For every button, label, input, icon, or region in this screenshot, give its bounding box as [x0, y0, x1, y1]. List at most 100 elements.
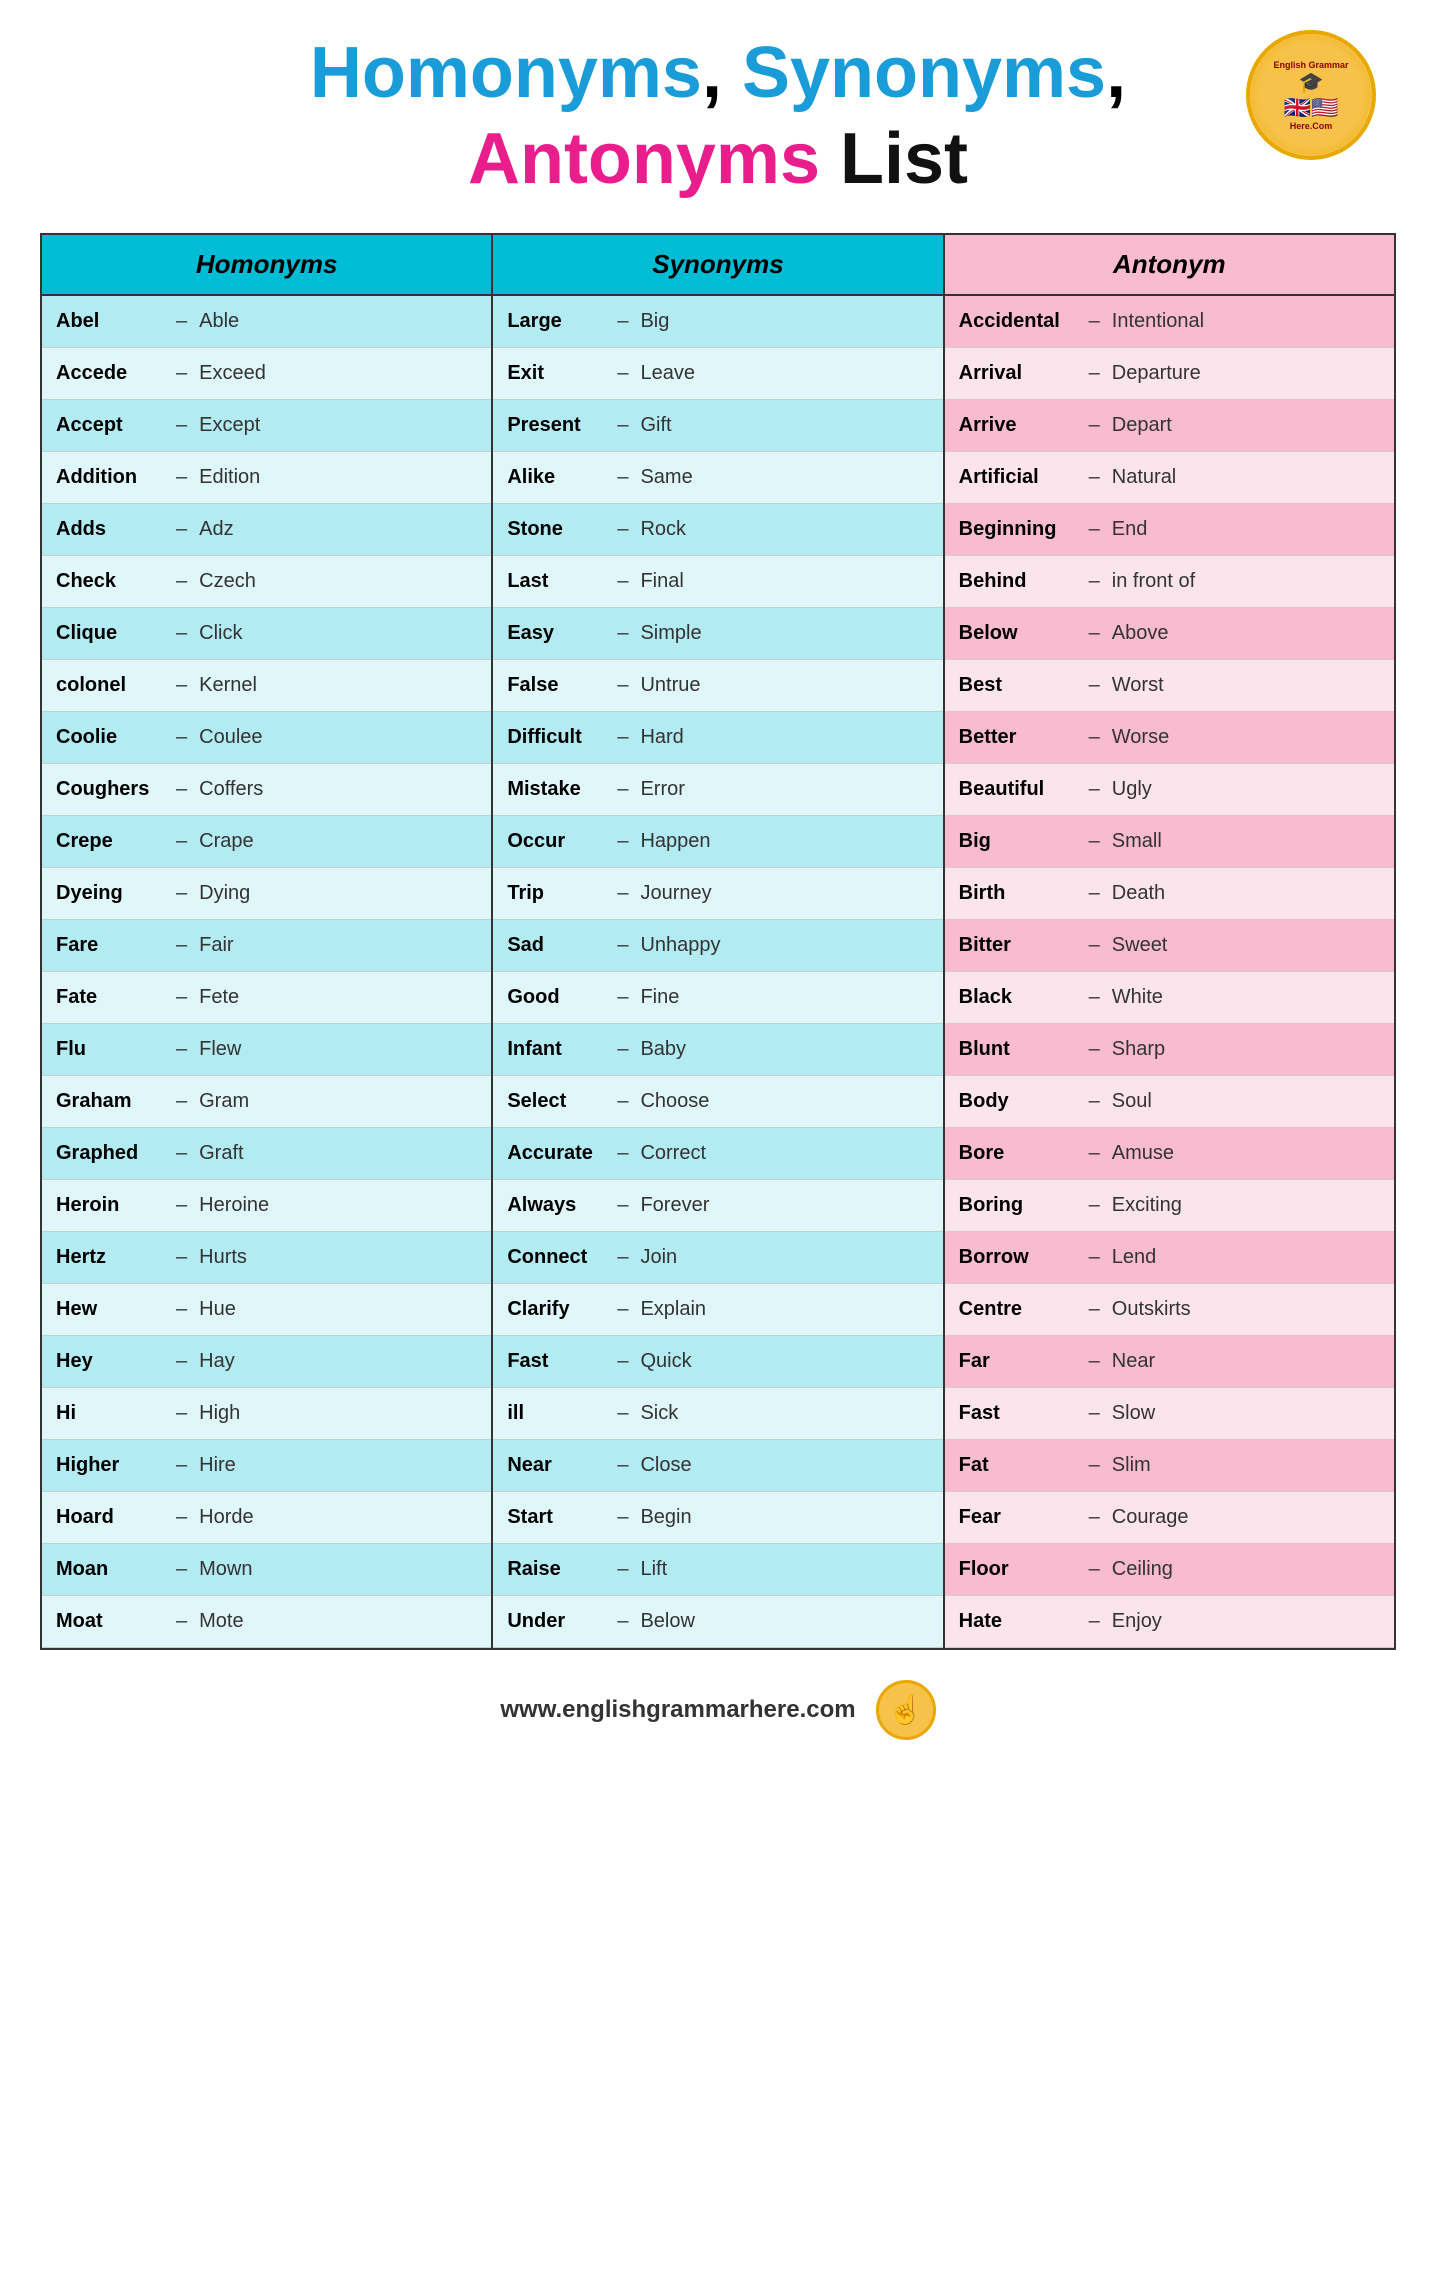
cell-dash: –	[172, 622, 191, 645]
cell-word: Boring	[945, 1188, 1085, 1223]
table-row: Best–Worst	[945, 660, 1394, 712]
cell-word: Trip	[493, 876, 613, 911]
logo-inner: English Grammar 🎓 🇬🇧🇺🇸 Here.Com	[1251, 35, 1371, 155]
cell-meaning: Explain	[632, 1292, 942, 1327]
cell-dash: –	[613, 362, 632, 385]
cell-dash: –	[1085, 1402, 1104, 1425]
table-row: Crepe–Crape	[42, 816, 491, 868]
cell-dash: –	[172, 1038, 191, 1061]
cell-meaning: Mote	[191, 1604, 491, 1639]
cell-word: Behind	[945, 564, 1085, 599]
cell-meaning: Edition	[191, 460, 491, 495]
table-row: Hertz–Hurts	[42, 1232, 491, 1284]
table-row: Beginning–End	[945, 504, 1394, 556]
cell-meaning: Leave	[632, 356, 942, 391]
cell-meaning: Gram	[191, 1084, 491, 1119]
table-row: Hate–Enjoy	[945, 1596, 1394, 1648]
cell-meaning: Rock	[632, 512, 942, 547]
table-row: Check–Czech	[42, 556, 491, 608]
cell-meaning: Dying	[191, 876, 491, 911]
synonyms-column: Synonyms Large–BigExit–LeavePresent–Gift…	[493, 235, 944, 1648]
cell-meaning: Hue	[191, 1292, 491, 1327]
cell-word: Black	[945, 980, 1085, 1015]
antonyms-header: Antonym	[945, 235, 1394, 296]
table-row: Graham–Gram	[42, 1076, 491, 1128]
cell-meaning: Except	[191, 408, 491, 443]
cell-dash: –	[1085, 1558, 1104, 1581]
cell-meaning: Gift	[632, 408, 942, 443]
table-row: Centre–Outskirts	[945, 1284, 1394, 1336]
cell-meaning: Begin	[632, 1500, 942, 1535]
cell-meaning: Slow	[1104, 1396, 1394, 1431]
cell-meaning: Heroine	[191, 1188, 491, 1223]
cell-word: Below	[945, 616, 1085, 651]
cell-meaning: End	[1104, 512, 1394, 547]
cell-dash: –	[613, 1558, 632, 1581]
table-row: Floor–Ceiling	[945, 1544, 1394, 1596]
cell-dash: –	[1085, 674, 1104, 697]
table-row: Far–Near	[945, 1336, 1394, 1388]
title-line2: Antonyms List	[310, 116, 1126, 202]
table-row: Clique–Click	[42, 608, 491, 660]
cell-word: Stone	[493, 512, 613, 547]
cell-word: Easy	[493, 616, 613, 651]
cell-dash: –	[172, 1402, 191, 1425]
cell-word: Borrow	[945, 1240, 1085, 1275]
cell-dash: –	[613, 934, 632, 957]
cell-dash: –	[1085, 570, 1104, 593]
cell-dash: –	[613, 310, 632, 333]
cell-word: Birth	[945, 876, 1085, 911]
cell-word: Fare	[42, 928, 172, 963]
cell-meaning: Baby	[632, 1032, 942, 1067]
cell-meaning: Exceed	[191, 356, 491, 391]
cell-word: Coughers	[42, 772, 172, 807]
logo-text-bottom: Here.Com	[1290, 121, 1333, 131]
cell-meaning: Flew	[191, 1032, 491, 1067]
table-row: Higher–Hire	[42, 1440, 491, 1492]
cell-word: Under	[493, 1604, 613, 1639]
cell-meaning: Adz	[191, 512, 491, 547]
cell-word: Abel	[42, 304, 172, 339]
cell-dash: –	[172, 726, 191, 749]
cell-dash: –	[1085, 1246, 1104, 1269]
cell-meaning: Above	[1104, 616, 1394, 651]
cell-meaning: Close	[632, 1448, 942, 1483]
cell-word: Beautiful	[945, 772, 1085, 807]
cell-word: Present	[493, 408, 613, 443]
table-row: Always–Forever	[493, 1180, 942, 1232]
cell-dash: –	[613, 1142, 632, 1165]
cell-meaning: Lift	[632, 1552, 942, 1587]
cell-word: Fear	[945, 1500, 1085, 1535]
cell-meaning: Error	[632, 772, 942, 807]
cell-dash: –	[613, 1454, 632, 1477]
cell-meaning: Correct	[632, 1136, 942, 1171]
cell-dash: –	[613, 1038, 632, 1061]
cell-meaning: Near	[1104, 1344, 1394, 1379]
cell-meaning: Quick	[632, 1344, 942, 1379]
cell-meaning: Fete	[191, 980, 491, 1015]
cell-meaning: Hurts	[191, 1240, 491, 1275]
cell-word: Bore	[945, 1136, 1085, 1171]
table-row: Artificial–Natural	[945, 452, 1394, 504]
table-row: Borrow–Lend	[945, 1232, 1394, 1284]
cell-dash: –	[1085, 1298, 1104, 1321]
footer-icon: ☝️	[876, 1680, 936, 1740]
logo-circle: English Grammar 🎓 🇬🇧🇺🇸 Here.Com	[1246, 30, 1376, 160]
cell-dash: –	[172, 1506, 191, 1529]
table-row: Graphed–Graft	[42, 1128, 491, 1180]
cell-meaning: Simple	[632, 616, 942, 651]
table-row: Alike–Same	[493, 452, 942, 504]
table-row: Hoard–Horde	[42, 1492, 491, 1544]
cell-word: Crepe	[42, 824, 172, 859]
table-row: Blunt–Sharp	[945, 1024, 1394, 1076]
cell-dash: –	[172, 310, 191, 333]
table-row: Mistake–Error	[493, 764, 942, 816]
cell-meaning: Same	[632, 460, 942, 495]
cell-word: Fat	[945, 1448, 1085, 1483]
cell-meaning: Sweet	[1104, 928, 1394, 963]
cell-meaning: Happen	[632, 824, 942, 859]
cell-dash: –	[1085, 1350, 1104, 1373]
cell-dash: –	[172, 1558, 191, 1581]
cell-dash: –	[172, 518, 191, 541]
cell-meaning: High	[191, 1396, 491, 1431]
